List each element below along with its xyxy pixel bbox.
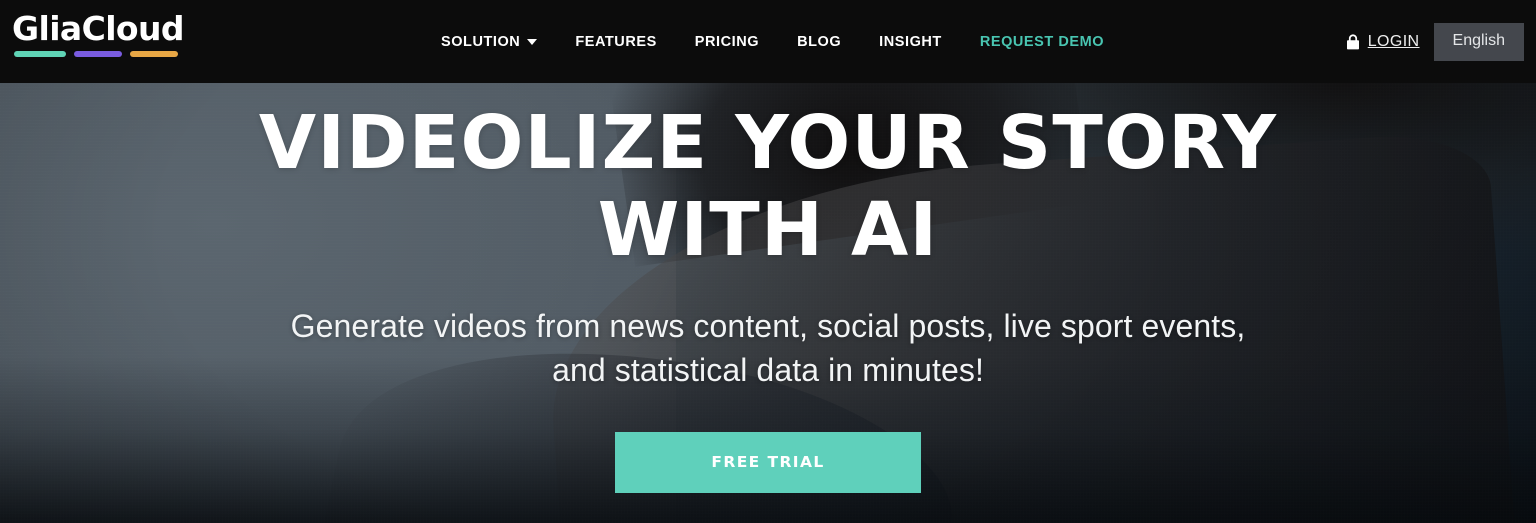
brand-accent-bars	[12, 51, 187, 57]
nav-item-request-demo[interactable]: REQUEST DEMO	[980, 34, 1104, 50]
nav-item-solution[interactable]: SOLUTION	[441, 33, 538, 50]
brand-bar-teal	[14, 51, 66, 57]
brand-name: GliaCloud	[12, 9, 185, 48]
nav-item-label: REQUEST DEMO	[979, 33, 1105, 50]
hero-headline: VIDEOLIZE YOUR STORY WITH AI	[259, 100, 1277, 274]
nav-item-label: BLOG	[797, 33, 842, 50]
primary-nav-links: SOLUTION FEATURES PRICING BLOG INSIGHT R…	[441, 0, 1104, 83]
nav-item-label: FEATURES	[575, 33, 657, 50]
nav-item-label: INSIGHT	[879, 33, 942, 50]
hero-headline-line2: WITH AI	[597, 187, 939, 273]
login-link[interactable]: LOGIN	[1346, 33, 1420, 51]
language-selector-button[interactable]: English	[1433, 22, 1524, 61]
brand-logo[interactable]: GliaCloud	[12, 10, 187, 57]
hero-content: VIDEOLIZE YOUR STORY WITH AI Generate vi…	[0, 83, 1536, 523]
nav-item-pricing[interactable]: PRICING	[695, 34, 759, 50]
hero-subheadline-line1: Generate videos from news content, socia…	[290, 308, 1246, 344]
chevron-down-icon	[527, 38, 538, 45]
hero-subheadline-line2: and statistical data in minutes!	[552, 352, 984, 388]
free-trial-button[interactable]: FREE TRIAL	[615, 432, 921, 493]
nav-item-insight[interactable]: INSIGHT	[879, 34, 942, 50]
hero-headline-line1: VIDEOLIZE YOUR STORY	[258, 100, 1278, 186]
nav-right-cluster: LOGIN English	[1346, 0, 1524, 83]
nav-item-blog[interactable]: BLOG	[797, 34, 841, 50]
hero-cta-wrapper: FREE TRIAL	[615, 432, 921, 493]
brand-bar-purple	[74, 51, 122, 57]
nav-item-features[interactable]: FEATURES	[575, 34, 656, 50]
login-label: LOGIN	[1367, 32, 1420, 50]
hero-section: VIDEOLIZE YOUR STORY WITH AI Generate vi…	[0, 83, 1536, 523]
lock-icon	[1346, 33, 1359, 49]
landing-page: GliaCloud SOLUTION FEATURES PRICING BLOG	[0, 0, 1536, 523]
nav-item-label: SOLUTION	[441, 33, 521, 50]
top-navigation-bar: GliaCloud SOLUTION FEATURES PRICING BLOG	[0, 0, 1536, 83]
brand-bar-orange	[130, 51, 178, 57]
hero-subheadline: Generate videos from news content, socia…	[291, 304, 1246, 392]
nav-item-label: PRICING	[694, 33, 760, 50]
